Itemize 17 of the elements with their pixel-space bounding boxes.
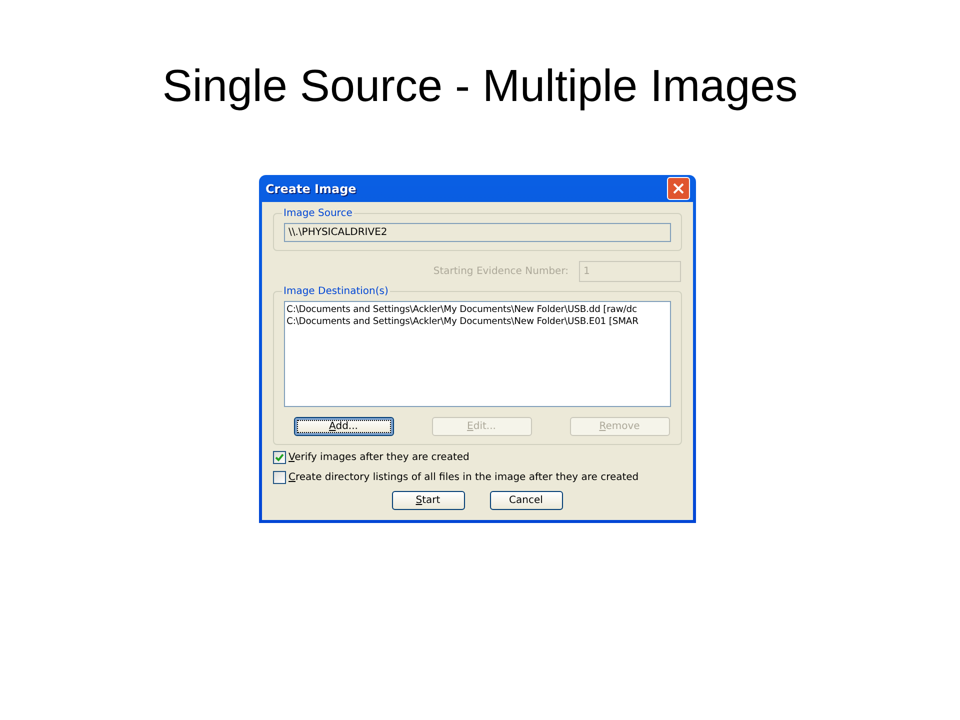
close-button[interactable] (666, 177, 690, 200)
add-button[interactable]: Add... (294, 417, 394, 436)
group-label: Image Destination(s) (282, 286, 390, 297)
group-label: Image Source (282, 208, 354, 219)
source-field[interactable]: \\.\PHYSICALDRIVE2 (284, 223, 670, 242)
list-item[interactable]: C:\Documents and Settings\Ackler\My Documents\New Folder\USB.E01 [SMAR (286, 316, 668, 328)
field-label: Starting Evidence Number: (433, 266, 568, 277)
start-button[interactable]: Start (392, 491, 464, 510)
cancel-button[interactable]: Cancel (490, 491, 562, 510)
close-icon (672, 183, 684, 194)
list-item[interactable]: C:\Documents and Settings\Ackler\My Documents\New Folder\USB.dd [raw/dc (286, 304, 668, 316)
slide-title: Single Source - Multiple Images (162, 60, 798, 113)
checkbox[interactable] (272, 470, 286, 484)
checkbox-label: Verify images after they are created (288, 452, 470, 462)
checkbox[interactable] (272, 450, 286, 464)
checkbox-label: Create directory listings of all files in the image after they are created (288, 472, 639, 482)
dialog-title: Create Image (266, 182, 356, 196)
